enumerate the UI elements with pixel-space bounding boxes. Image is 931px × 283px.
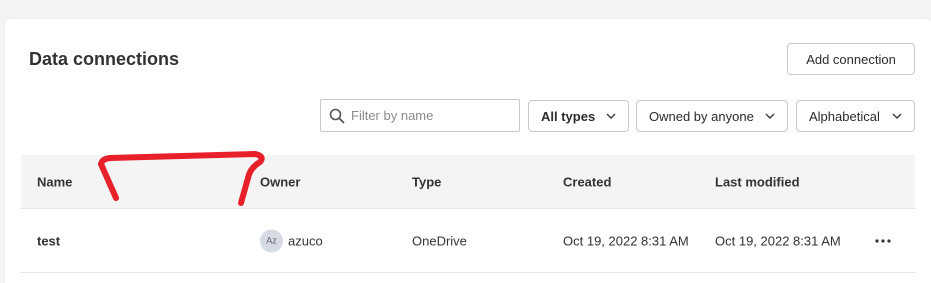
column-header-last-modified[interactable]: Last modified [715, 174, 800, 189]
column-header-owner[interactable]: Owner [260, 174, 300, 189]
column-header-name[interactable]: Name [37, 174, 72, 189]
table-header: Name Owner Type Created Last modified [21, 155, 915, 209]
page-title: Data connections [29, 49, 180, 69]
add-connection-button[interactable]: Add connection [787, 43, 915, 75]
avatar: Az [260, 229, 283, 252]
chevron-down-icon [765, 113, 775, 119]
chevron-down-icon [892, 113, 902, 119]
chevron-down-icon [606, 113, 616, 119]
data-connections-panel: Data connections Add connection All type… [5, 19, 931, 283]
owner-filter-label: Owned by anyone [649, 108, 754, 124]
connections-table: Name Owner Type Created Last modified te… [21, 155, 915, 273]
more-options-icon[interactable] [873, 233, 893, 249]
created-date: Oct 19, 2022 8:31 AM [563, 233, 689, 248]
search-box[interactable] [320, 99, 520, 132]
column-header-created[interactable]: Created [563, 174, 611, 189]
type-filter-label: All types [541, 108, 596, 124]
column-header-type[interactable]: Type [412, 174, 441, 189]
connection-name[interactable]: test [37, 233, 60, 248]
search-icon [329, 108, 345, 123]
sort-label: Alphabetical [809, 108, 880, 124]
type-filter-dropdown[interactable]: All types [528, 100, 629, 132]
connection-type: OneDrive [412, 233, 467, 248]
table-row[interactable]: test Az azuco OneDrive Oct 19, 2022 8:31… [21, 209, 915, 273]
owner-name: azuco [288, 233, 323, 248]
last-modified-date: Oct 19, 2022 8:31 AM [715, 233, 841, 248]
search-input[interactable] [351, 108, 511, 123]
sort-dropdown[interactable]: Alphabetical [796, 100, 915, 132]
owner-cell: Az azuco [260, 229, 323, 252]
owner-filter-dropdown[interactable]: Owned by anyone [636, 100, 788, 132]
